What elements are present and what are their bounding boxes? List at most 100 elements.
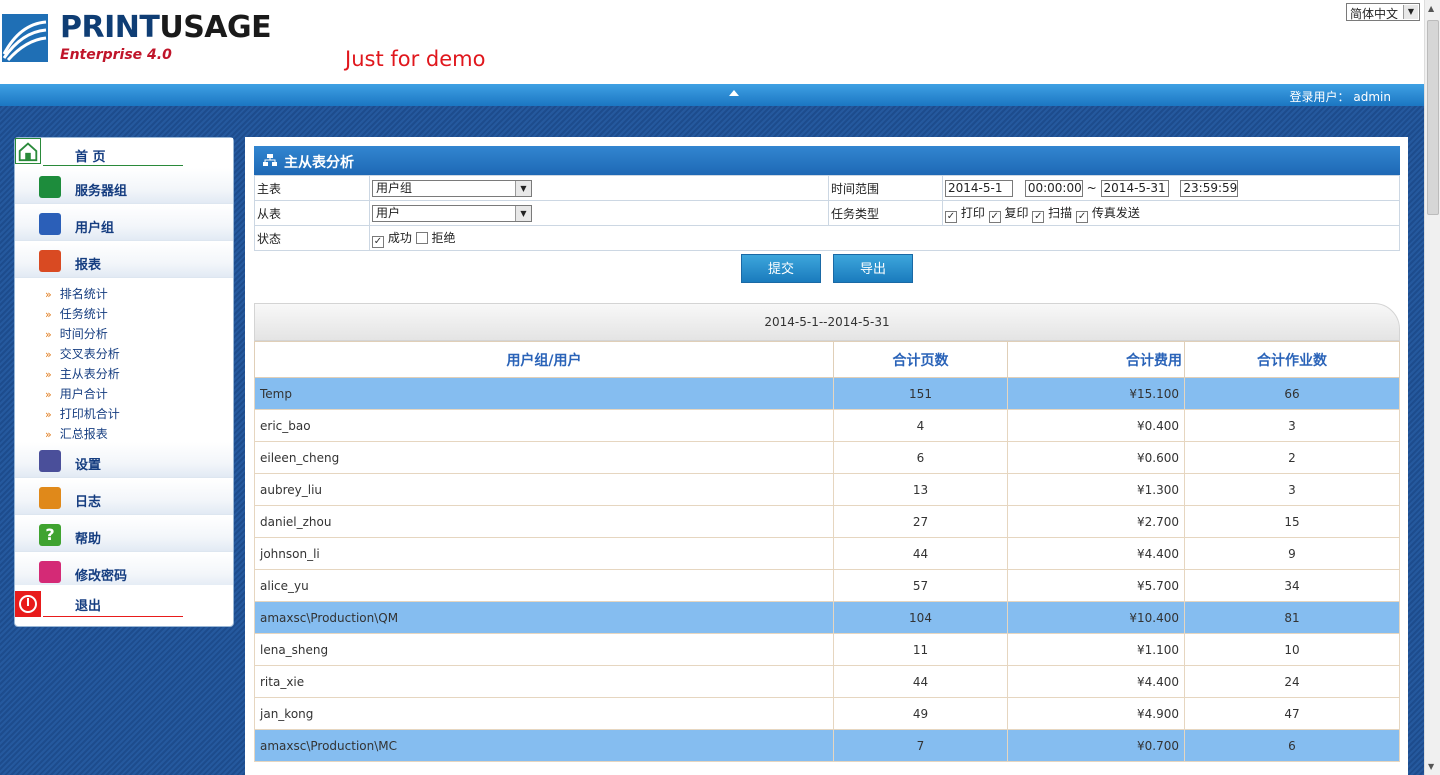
language-select[interactable]: 简体中文 ▼ xyxy=(1346,3,1420,21)
start-time-input[interactable]: 00:00:00 xyxy=(1024,179,1083,197)
group-row[interactable]: Temp 151 ¥15.100 66 xyxy=(254,377,1400,410)
demo-label: Just for demo xyxy=(345,47,486,71)
logo-subtitle: Enterprise 4.0 xyxy=(60,47,172,63)
help-icon: ? xyxy=(39,524,61,546)
sidebar-item-label: 用户组 xyxy=(75,221,115,236)
sidebar-item-settings[interactable]: 设置 xyxy=(15,442,233,478)
table-row[interactable]: rita_xie 44 ¥4.400 24 xyxy=(254,665,1400,698)
column-header[interactable]: 合计页数 xyxy=(833,341,1008,378)
cost-cell: ¥15.100 xyxy=(1007,377,1185,410)
hierarchy-icon xyxy=(263,154,277,166)
cost-cell: ¥4.400 xyxy=(1007,537,1185,570)
main-panel: 主从表分析 主表 用户组 ▼ 时间范围 2014-5-1 00:00:00 ~ 2… xyxy=(245,137,1408,775)
submenu-item-time[interactable]: » 时间分析 xyxy=(45,325,120,345)
group-row[interactable]: amaxsc\Production\QM 104 ¥10.400 81 xyxy=(254,601,1400,634)
sidebar-item-exit[interactable]: 退出 xyxy=(15,585,233,617)
table-row[interactable]: daniel_zhou 27 ¥2.700 15 xyxy=(254,505,1400,538)
jobs-cell: 66 xyxy=(1184,377,1400,410)
cost-cell: ¥5.700 xyxy=(1007,569,1185,602)
login-info: 登录用户： admin xyxy=(1289,90,1391,104)
submenu-item-user-total[interactable]: » 用户合计 xyxy=(45,385,120,405)
panel-title-bar: 主从表分析 xyxy=(254,146,1400,175)
column-header[interactable]: 用户组/用户 xyxy=(254,341,834,378)
success-checkbox[interactable]: ✓ xyxy=(372,235,384,248)
sidebar-item-label: 帮助 xyxy=(75,532,102,547)
jobs-cell: 34 xyxy=(1184,569,1400,602)
scan-checkbox[interactable]: ✓ xyxy=(1032,210,1045,223)
pages-cell: 27 xyxy=(833,505,1008,538)
scroll-down-icon[interactable]: ▼ xyxy=(1428,762,1434,771)
sidebar-item-server-group[interactable]: 服务器组 xyxy=(15,168,233,204)
start-date-input[interactable]: 2014-5-1 xyxy=(945,179,1013,197)
cost-cell: ¥10.400 xyxy=(1007,601,1185,634)
column-header[interactable]: 合计费用 xyxy=(1007,341,1185,378)
table-row[interactable]: lena_sheng 11 ¥1.100 10 xyxy=(254,633,1400,666)
sidebar-item-label: 退出 xyxy=(75,599,102,614)
name-cell: johnson_li xyxy=(254,537,834,570)
table-row[interactable]: aubrey_liu 13 ¥1.300 3 xyxy=(254,473,1400,506)
scroll-thumb[interactable] xyxy=(1427,20,1439,215)
submenu-item-ranking[interactable]: » 排名统计 xyxy=(45,285,120,305)
table-row[interactable]: eileen_cheng 6 ¥0.600 2 xyxy=(254,441,1400,474)
cost-cell: ¥1.300 xyxy=(1007,473,1185,506)
name-cell: Temp xyxy=(254,377,834,410)
export-button[interactable]: 导出 xyxy=(833,254,913,283)
range-separator: ~ xyxy=(1086,180,1097,195)
reject-checkbox[interactable] xyxy=(415,231,428,244)
submenu-item-task[interactable]: » 任务统计 xyxy=(45,305,120,325)
vertical-scrollbar[interactable]: ▲ ▼ xyxy=(1424,0,1440,775)
report-submenu: » 排名统计 » 任务统计 » 时间分析 » 交叉表分析 » 主从表分析 » 用户合计 » 打… xyxy=(45,285,120,445)
result-table: 用户组/用户 合计页数 合计费用 合计作业数 Temp 151 ¥15.100 66 e… xyxy=(254,341,1400,762)
submenu-item-crosstab[interactable]: » 交叉表分析 xyxy=(45,345,120,365)
chevron-down-icon: ▼ xyxy=(515,205,531,221)
scroll-up-icon[interactable]: ▲ xyxy=(1428,4,1434,13)
jobs-cell: 47 xyxy=(1184,697,1400,730)
jobs-cell: 15 xyxy=(1184,505,1400,538)
app-header: PRINTUSAGE Enterprise 4.0 Just for demo … xyxy=(0,0,1424,84)
copy-checkbox[interactable]: ✓ xyxy=(988,210,1001,223)
top-bar: 登录用户： admin xyxy=(0,84,1424,106)
sidebar-item-log[interactable]: 日志 xyxy=(15,479,233,515)
sidebar-item-label: 日志 xyxy=(75,495,102,510)
collapse-up-icon[interactable] xyxy=(729,90,739,96)
user-group-icon xyxy=(39,213,61,235)
pages-cell: 6 xyxy=(833,441,1008,474)
table-row[interactable]: jan_kong 49 ¥4.900 47 xyxy=(254,697,1400,730)
name-cell: amaxsc\Production\MC xyxy=(254,729,834,762)
table-row[interactable]: eric_bao 4 ¥0.400 3 xyxy=(254,409,1400,442)
sidebar-item-change-password[interactable]: 修改密码 xyxy=(15,553,233,589)
name-cell: daniel_zhou xyxy=(254,505,834,538)
end-date-input[interactable]: 2014-5-31 xyxy=(1100,179,1169,197)
cost-cell: ¥4.400 xyxy=(1007,665,1185,698)
pages-cell: 49 xyxy=(833,697,1008,730)
name-cell: aubrey_liu xyxy=(254,473,834,506)
power-icon xyxy=(15,591,41,617)
table-row[interactable]: alice_yu 57 ¥5.700 34 xyxy=(254,569,1400,602)
column-header[interactable]: 合计作业数 xyxy=(1184,341,1400,378)
submenu-item-master-detail[interactable]: » 主从表分析 xyxy=(45,365,120,385)
group-row[interactable]: amaxsc\Production\MC 7 ¥0.700 6 xyxy=(254,729,1400,762)
sidebar-item-report[interactable]: 报表 xyxy=(15,242,233,278)
date-range-header: 2014-5-1--2014-5-31 xyxy=(254,303,1400,341)
name-cell: rita_xie xyxy=(254,665,834,698)
sidebar-item-user-group[interactable]: 用户组 xyxy=(15,205,233,241)
submit-button[interactable]: 提交 xyxy=(741,254,821,283)
report-icon xyxy=(39,250,61,272)
jobs-cell: 2 xyxy=(1184,441,1400,474)
time-range-label: 时间范围 xyxy=(828,175,943,201)
submenu-item-printer-total[interactable]: » 打印机合计 xyxy=(45,405,120,425)
table-row[interactable]: johnson_li 44 ¥4.400 9 xyxy=(254,537,1400,570)
master-select[interactable]: 用户组 ▼ xyxy=(372,179,532,197)
end-time-input[interactable]: 23:59:59 xyxy=(1180,179,1239,197)
print-checkbox[interactable]: ✓ xyxy=(945,210,957,223)
fax-checkbox[interactable]: ✓ xyxy=(1076,210,1089,223)
cost-cell: ¥0.600 xyxy=(1007,441,1185,474)
sidebar-item-home[interactable]: 首 页 xyxy=(15,138,233,166)
detail-select[interactable]: 用户 ▼ xyxy=(372,204,532,222)
jobs-cell: 24 xyxy=(1184,665,1400,698)
detail-label: 从表 xyxy=(254,200,370,226)
sidebar-item-help[interactable]: ? 帮助 xyxy=(15,516,233,552)
chevron-right-icon: » xyxy=(45,308,52,321)
cost-cell: ¥1.100 xyxy=(1007,633,1185,666)
home-icon xyxy=(15,138,41,164)
